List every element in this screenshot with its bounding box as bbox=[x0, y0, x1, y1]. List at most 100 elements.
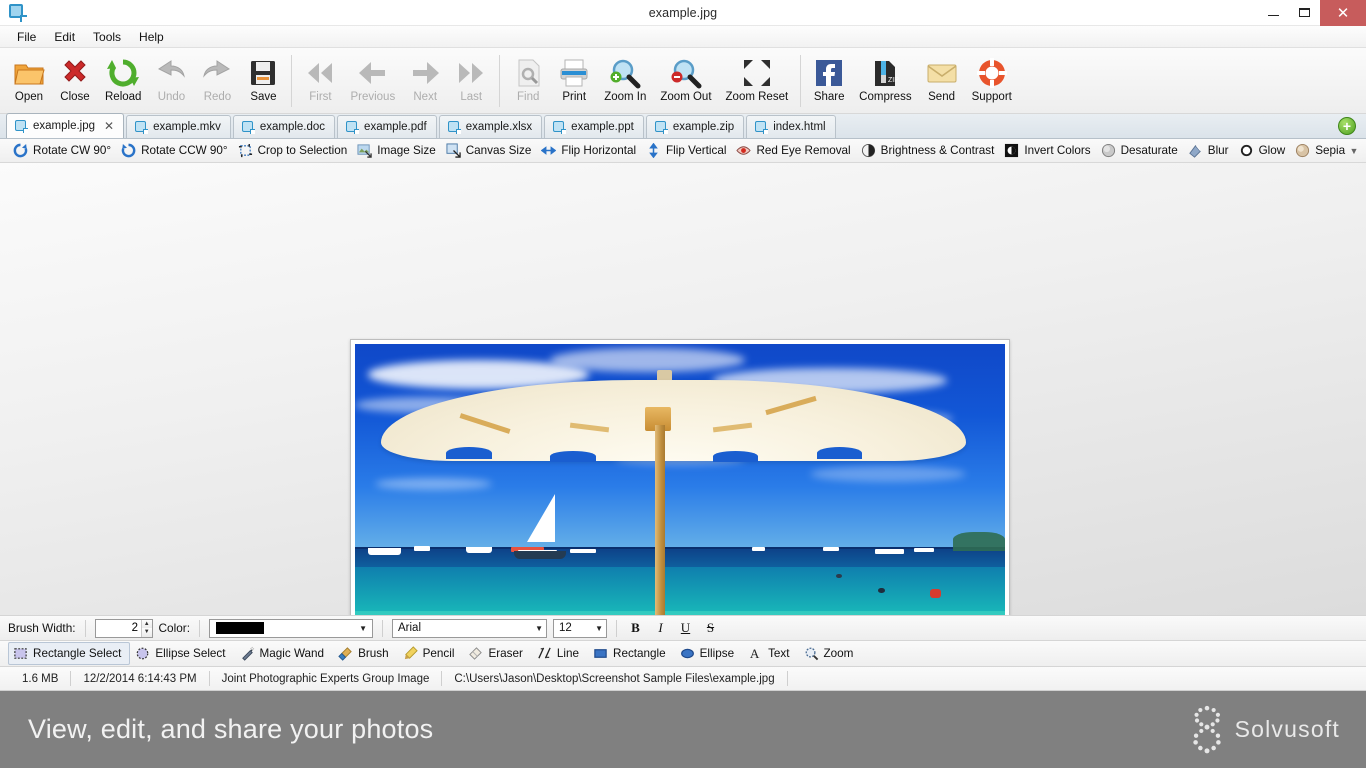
toolbar-button-zoom-reset[interactable]: Zoom Reset bbox=[719, 52, 796, 110]
tool-eraser[interactable]: Eraser bbox=[463, 642, 531, 665]
edit-button-rotate-cw-90[interactable]: Rotate CW 90° bbox=[10, 141, 118, 160]
toolbar-button-label: Send bbox=[928, 91, 955, 103]
edit-button-blur[interactable]: Blur bbox=[1185, 141, 1236, 160]
chevron-down-icon[interactable]: ▼ bbox=[359, 624, 370, 633]
tab-label: example.doc bbox=[260, 121, 325, 133]
toolbar-button-reload[interactable]: Reload bbox=[98, 52, 148, 110]
toolbar-button-send[interactable]: Send bbox=[919, 52, 965, 110]
toolbar-button-share[interactable]: Share bbox=[806, 52, 852, 110]
toolbar-button-support[interactable]: Support bbox=[965, 52, 1019, 110]
toolbar-button-label: First bbox=[309, 91, 331, 103]
tab-example-mkv[interactable]: example.mkv bbox=[126, 115, 231, 138]
add-tab-button[interactable]: + bbox=[1338, 117, 1356, 135]
italic-button[interactable]: I bbox=[651, 619, 670, 638]
edit-button-label: Glow bbox=[1259, 144, 1286, 157]
tab-example-pdf[interactable]: example.pdf bbox=[337, 115, 437, 138]
chevron-down-icon[interactable]: ▼ bbox=[535, 624, 546, 633]
status-bar: 1.6 MB 12/2/2014 6:14:43 PM Joint Photog… bbox=[0, 667, 1366, 691]
edit-button-label: Image Size bbox=[377, 144, 435, 157]
separator bbox=[787, 671, 788, 686]
tool-label: Zoom bbox=[824, 647, 854, 660]
tab-label: example.zip bbox=[673, 121, 734, 133]
facebook-icon bbox=[813, 56, 845, 90]
menu-help[interactable]: Help bbox=[130, 28, 173, 46]
font-size-dropdown[interactable]: 12 ▼ bbox=[553, 619, 607, 638]
font-family-dropdown[interactable]: Arial ▼ bbox=[392, 619, 547, 638]
tool-rectangle-select[interactable]: Rectangle Select bbox=[8, 642, 130, 665]
tab-example-zip[interactable]: example.zip bbox=[646, 115, 744, 138]
tool-label: Ellipse bbox=[700, 647, 734, 660]
edit-button-label: Flip Horizontal bbox=[561, 144, 636, 157]
beach-photo[interactable] bbox=[355, 344, 1005, 615]
brush-width-input[interactable] bbox=[96, 620, 141, 637]
tab-example-xlsx[interactable]: example.xlsx bbox=[439, 115, 542, 138]
file-icon bbox=[448, 121, 461, 134]
folder-open-icon bbox=[13, 56, 45, 90]
edit-button-image-size[interactable]: Image Size bbox=[354, 141, 442, 160]
image-canvas[interactable] bbox=[0, 163, 1366, 615]
edit-button-sepia[interactable]: Sepia bbox=[1292, 141, 1352, 160]
toolbar-button-zoom-in[interactable]: Zoom In bbox=[597, 52, 653, 110]
edit-button-red-eye-removal[interactable]: Red Eye Removal bbox=[733, 141, 857, 160]
edit-button-crop-to-selection[interactable]: Crop to Selection bbox=[235, 141, 355, 160]
tool-magic-wand[interactable]: Magic Wand bbox=[235, 642, 334, 665]
tab-close-button[interactable]: ✕ bbox=[104, 120, 114, 132]
tab-example-doc[interactable]: example.doc bbox=[233, 115, 335, 138]
stepper-down-icon[interactable]: ▼ bbox=[142, 628, 152, 637]
floppy-disk-icon bbox=[247, 56, 279, 90]
toolbar-button-print[interactable]: Print bbox=[551, 52, 597, 110]
toolbar-button-save[interactable]: Save bbox=[240, 52, 286, 110]
red-eye-icon bbox=[736, 143, 751, 158]
file-icon bbox=[755, 121, 768, 134]
strikethrough-button[interactable]: S bbox=[701, 619, 720, 638]
tool-brush[interactable]: Brush bbox=[333, 642, 398, 665]
edit-button-glow[interactable]: Glow bbox=[1236, 141, 1293, 160]
edit-button-desaturate[interactable]: Desaturate bbox=[1098, 141, 1185, 160]
menu-file[interactable]: File bbox=[8, 28, 45, 46]
tool-line[interactable]: Line bbox=[532, 642, 588, 665]
tool-ellipse[interactable]: Ellipse bbox=[675, 642, 743, 665]
stepper-arrows[interactable]: ▲ ▼ bbox=[141, 620, 152, 637]
edit-button-brightness-contrast[interactable]: Brightness & Contrast bbox=[858, 141, 1002, 160]
brand-logo: Solvusoft bbox=[1188, 705, 1340, 755]
find-magnifier-icon bbox=[512, 56, 544, 90]
edit-button-flip-horizontal[interactable]: Flip Horizontal bbox=[538, 141, 643, 160]
toolbar-button-zoom-out[interactable]: Zoom Out bbox=[653, 52, 718, 110]
tab-label: example.pdf bbox=[364, 121, 427, 133]
edit-toolbar-overflow-button[interactable]: ▼ bbox=[1346, 139, 1362, 163]
toolbar-button-compress[interactable]: ZIPCompress bbox=[852, 52, 918, 110]
menu-edit[interactable]: Edit bbox=[45, 28, 84, 46]
toolbar-button-label: Last bbox=[460, 91, 482, 103]
toolbar-button-close[interactable]: Close bbox=[52, 52, 98, 110]
tool-rectangle[interactable]: Rectangle bbox=[588, 642, 675, 665]
brush-width-stepper[interactable]: ▲ ▼ bbox=[95, 619, 153, 638]
tool-pencil[interactable]: Pencil bbox=[398, 642, 464, 665]
tool-ellipse-select[interactable]: Ellipse Select bbox=[130, 642, 234, 665]
file-icon bbox=[15, 120, 28, 133]
underline-button[interactable]: U bbox=[676, 619, 695, 638]
menu-tools[interactable]: Tools bbox=[84, 28, 130, 46]
status-modified-date: 12/2/2014 6:14:43 PM bbox=[71, 673, 208, 685]
color-picker-dropdown[interactable]: ▼ bbox=[209, 619, 373, 638]
chevron-down-icon[interactable]: ▼ bbox=[595, 624, 606, 633]
toolbar-button-open[interactable]: Open bbox=[6, 52, 52, 110]
tab-label: example.mkv bbox=[153, 121, 221, 133]
edit-button-invert-colors[interactable]: Invert Colors bbox=[1001, 141, 1097, 160]
ellipse-shape-icon bbox=[680, 646, 695, 661]
pencil-icon bbox=[403, 646, 418, 661]
tool-zoom[interactable]: Zoom bbox=[799, 642, 863, 665]
edit-button-label: Canvas Size bbox=[466, 144, 532, 157]
edit-button-rotate-ccw-90[interactable]: Rotate CCW 90° bbox=[118, 141, 235, 160]
tab-example-jpg[interactable]: example.jpg✕ bbox=[6, 113, 124, 138]
edit-button-flip-vertical[interactable]: Flip Vertical bbox=[643, 141, 733, 160]
tool-text[interactable]: AText bbox=[743, 642, 798, 665]
bold-button[interactable]: B bbox=[626, 619, 645, 638]
font-family-value: Arial bbox=[398, 622, 421, 634]
tab-example-ppt[interactable]: example.ppt bbox=[544, 115, 644, 138]
first-arrow-icon bbox=[304, 56, 336, 90]
tab-index-html[interactable]: index.html bbox=[746, 115, 835, 138]
brush-icon bbox=[338, 646, 353, 661]
sailboat-sail bbox=[527, 494, 555, 542]
edit-button-canvas-size[interactable]: Canvas Size bbox=[443, 141, 539, 160]
stepper-up-icon[interactable]: ▲ bbox=[142, 620, 152, 629]
